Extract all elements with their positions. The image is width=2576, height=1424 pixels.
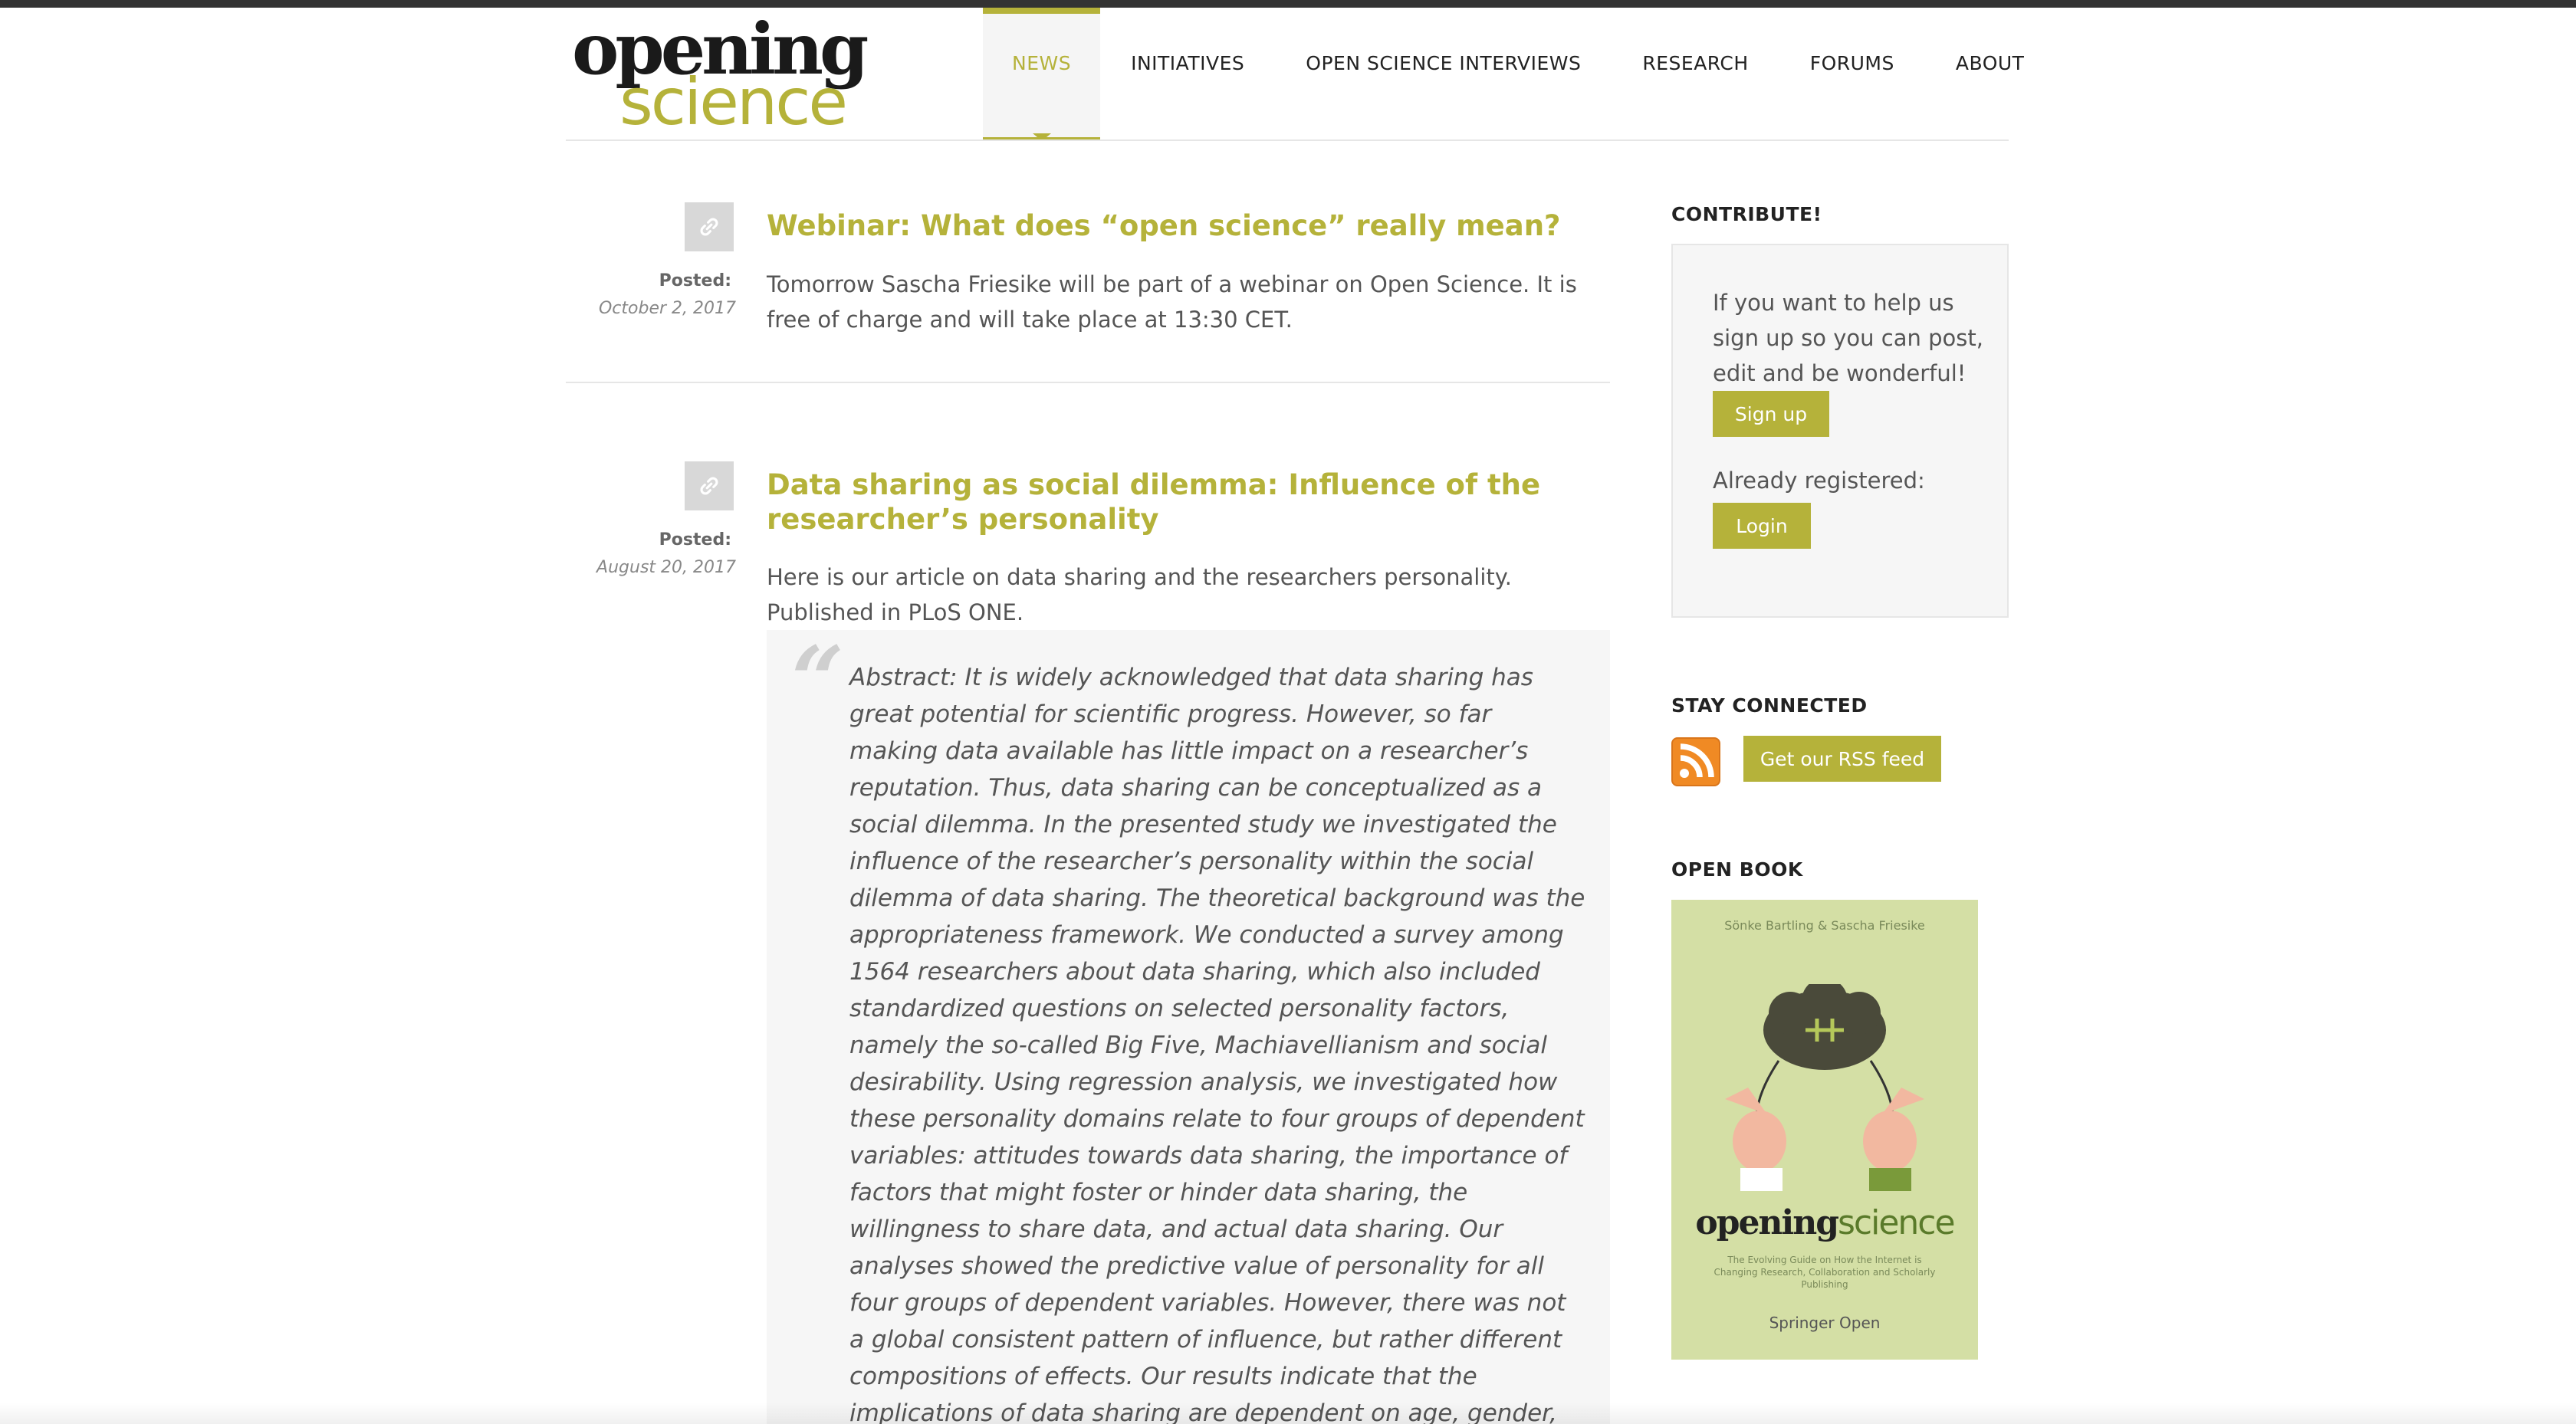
contribute-box: If you want to help us sign up so you ca… — [1671, 244, 2009, 618]
site-logo[interactable]: opening science — [572, 11, 869, 136]
nav-label: FORUMS — [1809, 52, 1894, 74]
already-registered-text: Already registered: — [1713, 468, 1925, 494]
link-icon[interactable] — [685, 202, 734, 251]
open-book-heading: OPEN BOOK — [1671, 858, 1803, 881]
nav-item-research[interactable]: RESEARCH — [1612, 8, 1779, 139]
posted-label: Posted: — [659, 530, 731, 550]
rss-feed-button[interactable]: Get our RSS feed — [1743, 736, 1941, 782]
post-excerpt: Tomorrow Sascha Friesike will be part of… — [767, 271, 1577, 333]
book-title-science: science — [1838, 1203, 1956, 1242]
nav-item-open-science-interviews[interactable]: OPEN SCIENCE INTERVIEWS — [1275, 8, 1612, 139]
stay-connected-heading: STAY CONNECTED — [1671, 694, 1868, 717]
quote-mark-icon: “ — [791, 626, 845, 734]
contribute-text: If you want to help us sign up so you ca… — [1713, 290, 1983, 386]
logo-text-science: science — [619, 64, 848, 139]
nav-label: OPEN SCIENCE INTERVIEWS — [1306, 52, 1582, 74]
nav-label: RESEARCH — [1642, 52, 1749, 74]
book-title: openingscience — [1671, 1203, 1978, 1242]
book-title-opening: opening — [1695, 1203, 1839, 1242]
header-divider — [566, 139, 2009, 141]
link-icon[interactable] — [685, 461, 734, 510]
book-authors: Sönke Bartling & Sascha Friesike — [1724, 918, 1925, 933]
post-date: August 20, 2017 — [596, 558, 736, 577]
main-nav: NEWS INITIATIVES OPEN SCIENCE INTERVIEWS… — [983, 8, 2055, 141]
bottom-shadow — [0, 1403, 2576, 1424]
book-subtitle: The Evolving Guide on How the Internet i… — [1714, 1255, 1936, 1290]
post-title[interactable]: Data sharing as social dilemma: Influenc… — [767, 468, 1610, 536]
book-illustration — [1725, 984, 1924, 1191]
post-divider — [566, 382, 1610, 383]
post-excerpt: Here is our article on data sharing and … — [767, 564, 1512, 625]
book-cover[interactable]: Sönke Bartling & Sascha Friesike opening… — [1671, 900, 1978, 1360]
book-publisher: Springer Open — [1769, 1314, 1881, 1332]
nav-item-about[interactable]: ABOUT — [1925, 8, 2055, 139]
post-title[interactable]: Webinar: What does “open science” really… — [767, 208, 1610, 243]
posted-label: Posted: — [659, 271, 731, 290]
nav-label: ABOUT — [1955, 52, 2025, 74]
nav-item-initiatives[interactable]: INITIATIVES — [1100, 8, 1275, 139]
nav-label: INITIATIVES — [1131, 52, 1245, 74]
rss-icon[interactable] — [1671, 737, 1720, 786]
nav-label: NEWS — [1012, 52, 1072, 74]
login-button[interactable]: Login — [1713, 503, 1811, 549]
nav-item-news[interactable]: NEWS — [983, 8, 1101, 141]
abstract-text: Abstract: It is widely acknowledged that… — [849, 664, 1585, 1424]
top-bar — [0, 0, 2576, 8]
nav-item-forums[interactable]: FORUMS — [1779, 8, 1925, 139]
post-date: October 2, 2017 — [598, 299, 736, 318]
contribute-heading: CONTRIBUTE! — [1671, 203, 1822, 225]
sign-up-button[interactable]: Sign up — [1713, 391, 1829, 437]
abstract-blockquote: “ Abstract: It is widely acknowledged th… — [767, 630, 1610, 1424]
